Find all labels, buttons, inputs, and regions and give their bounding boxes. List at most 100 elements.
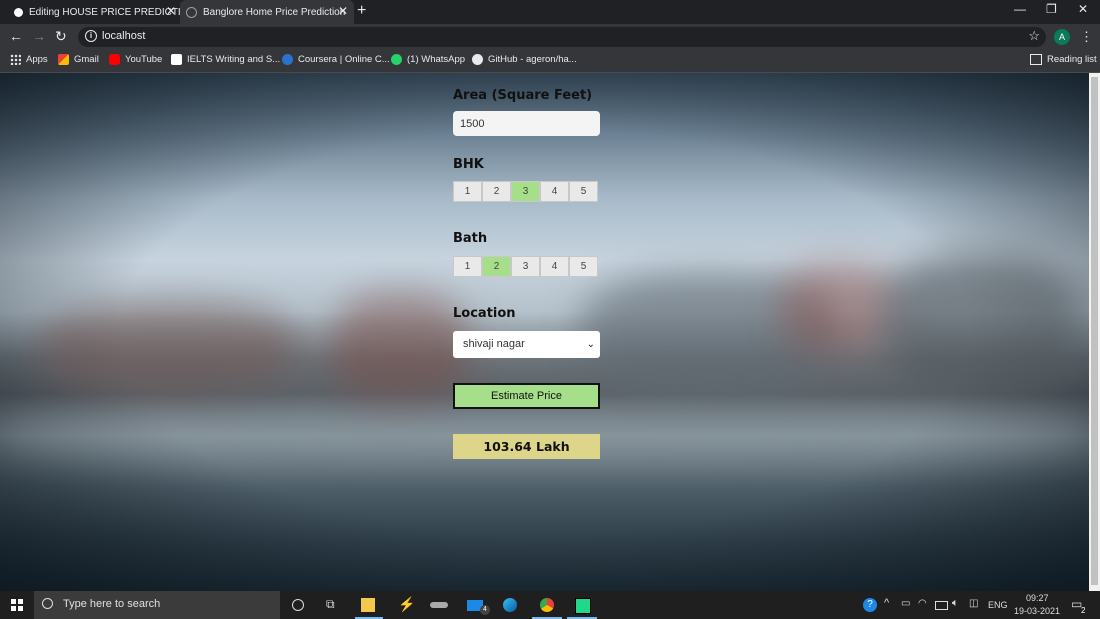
close-window-icon[interactable]: ✕ [1078, 2, 1088, 16]
close-tab-icon[interactable]: ✕ [166, 4, 176, 18]
bath-selector: 1 2 3 4 5 [453, 256, 599, 277]
bookmarks-bar: Apps Gmail YouTube IELTS Writing and S..… [0, 50, 1100, 73]
restore-icon[interactable]: ❐ [1046, 2, 1057, 16]
bookmark-label: Apps [26, 54, 48, 65]
bath-label: Bath [453, 231, 488, 246]
bhk-option[interactable]: 2 [482, 181, 511, 202]
reading-list-label: Reading list [1047, 54, 1097, 65]
tab-banglore[interactable]: Banglore Home Price Prediction ✕ [180, 0, 354, 24]
drive-icon[interactable] [430, 602, 448, 608]
bookmark-coursera[interactable]: Coursera | Online C... [282, 54, 390, 65]
medium-icon [14, 7, 23, 17]
coursera-icon [282, 54, 293, 65]
language-indicator[interactable]: ENG [988, 600, 1008, 610]
bookmark-label: Gmail [74, 54, 99, 65]
cortana-icon[interactable] [292, 599, 304, 611]
usb-icon[interactable]: ▭ [901, 598, 910, 609]
bhk-selector: 1 2 3 4 5 [453, 181, 599, 202]
ielts-icon [171, 54, 182, 65]
help-icon[interactable]: ? [863, 598, 877, 612]
bhk-option[interactable]: 1 [453, 181, 482, 202]
mail-badge: 4 [480, 605, 490, 615]
bhk-option[interactable]: 4 [540, 181, 569, 202]
clock-time[interactable]: 09:27 [1026, 593, 1049, 603]
forward-icon[interactable]: → [32, 28, 46, 44]
new-tab-button[interactable]: + [357, 2, 366, 20]
scrollbar-thumb[interactable] [1091, 77, 1098, 585]
file-explorer-icon[interactable] [361, 598, 375, 612]
apps-grid-icon [10, 54, 21, 65]
menu-kebab-icon[interactable]: ⋮ [1080, 29, 1093, 45]
browser-toolbar: ← → ↻ i localhost ☆ [0, 24, 1100, 50]
windows-start-icon[interactable] [11, 599, 23, 611]
bhk-option-selected[interactable]: 3 [511, 181, 540, 202]
bookmark-ielts[interactable]: IELTS Writing and S... [171, 54, 280, 65]
bolt-app-icon[interactable]: ⚡ [398, 596, 415, 612]
tab-editing[interactable]: Editing HOUSE PRICE PREDICTIO ✕ [8, 0, 182, 24]
bookmark-label: IELTS Writing and S... [187, 54, 281, 65]
search-icon [42, 598, 53, 609]
bookmark-label: Coursera | Online C... [298, 54, 390, 65]
bhk-label: BHK [453, 157, 484, 172]
bath-option[interactable]: 4 [540, 256, 569, 277]
bookmark-label: GitHub - ageron/ha... [488, 54, 577, 65]
bath-option-selected[interactable]: 2 [482, 256, 511, 277]
bookmark-apps[interactable]: Apps [10, 54, 48, 65]
edge-icon[interactable] [503, 598, 517, 612]
background-blur-shape [330, 293, 470, 403]
bookmark-gmail[interactable]: Gmail [58, 54, 99, 65]
tab-title: Banglore Home Price Prediction [203, 6, 346, 18]
reading-list-button[interactable]: Reading list [1030, 54, 1097, 65]
bath-option[interactable]: 1 [453, 256, 482, 277]
page-scrollbar[interactable] [1089, 73, 1100, 591]
windows-taskbar: Type here to search ⧉ ⚡ 4 ? ^ ▭ ◠ 🔈︎ ◫ E… [0, 591, 1100, 619]
bhk-option[interactable]: 5 [569, 181, 598, 202]
reading-list-icon [1030, 54, 1042, 65]
pycharm-icon[interactable] [575, 598, 591, 614]
github-icon [472, 54, 483, 65]
area-label: Area (Square Feet) [453, 88, 593, 103]
chrome-icon[interactable] [540, 598, 554, 612]
bookmark-whatsapp[interactable]: (1) WhatsApp [391, 54, 465, 65]
volume-icon[interactable]: 🔈︎ [952, 597, 959, 610]
reload-icon[interactable]: ↻ [55, 28, 67, 45]
location-selected-value: shivaji nagar [463, 338, 525, 350]
close-tab-icon[interactable]: ✕ [338, 4, 348, 18]
bookmark-label: YouTube [125, 54, 163, 65]
clock-date[interactable]: 19-03-2021 [1014, 606, 1060, 616]
notification-count: 2 [1081, 606, 1086, 615]
info-icon[interactable]: i [85, 30, 97, 42]
location-label: Location [453, 306, 516, 321]
bookmark-youtube[interactable]: YouTube [109, 54, 162, 65]
bath-option[interactable]: 3 [511, 256, 540, 277]
tab-strip: Editing HOUSE PRICE PREDICTIO ✕ Banglore… [0, 0, 1100, 24]
bookmark-label: (1) WhatsApp [407, 54, 466, 65]
chevron-up-icon[interactable]: ^ [884, 597, 889, 609]
globe-icon [186, 6, 197, 18]
area-input[interactable] [453, 111, 600, 136]
profile-avatar[interactable]: A [1054, 29, 1070, 45]
wifi-icon[interactable]: ◠ [918, 598, 927, 609]
task-view-icon[interactable]: ⧉ [326, 597, 340, 611]
background-blur-shape [40, 303, 300, 393]
gmail-icon [58, 54, 69, 65]
minimize-icon[interactable]: — [1014, 2, 1026, 16]
bath-option[interactable]: 5 [569, 256, 598, 277]
search-placeholder: Type here to search [63, 598, 161, 610]
battery-icon[interactable] [935, 601, 948, 610]
tab-title: Editing HOUSE PRICE PREDICTIO [29, 6, 182, 18]
youtube-icon [109, 54, 120, 65]
taskbar-search-box[interactable]: Type here to search [34, 591, 280, 619]
background-blur-shape [880, 253, 1080, 393]
estimated-price-result: 103.64 Lakh [453, 434, 600, 459]
estimate-price-button[interactable]: Estimate Price [453, 383, 600, 409]
location-select[interactable]: shivaji nagar ⌄ [453, 331, 600, 358]
whatsapp-icon [391, 54, 402, 65]
back-icon[interactable]: ← [9, 28, 23, 44]
bookmark-star-icon[interactable]: ☆ [1028, 28, 1040, 44]
network-icon[interactable]: ◫ [969, 598, 978, 609]
chevron-down-icon: ⌄ [586, 339, 595, 350]
bookmark-github[interactable]: GitHub - ageron/ha... [472, 54, 577, 65]
address-bar[interactable]: i localhost ☆ [78, 27, 1046, 47]
url-text: localhost [102, 30, 146, 42]
